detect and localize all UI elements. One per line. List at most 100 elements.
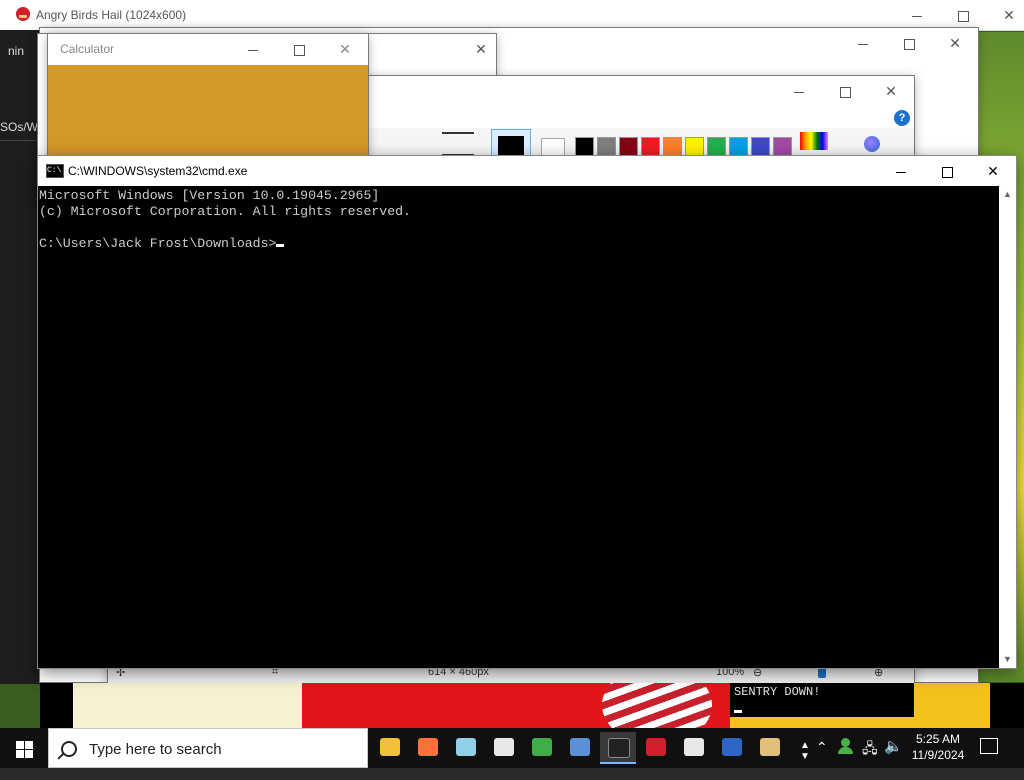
angry-birds-app-icon bbox=[16, 7, 30, 21]
app-window-icon bbox=[494, 738, 514, 756]
taskbar-app-button[interactable] bbox=[524, 732, 560, 764]
window-app-icon bbox=[684, 738, 704, 756]
desktop: Angry Birds Hail (1024x600) ✕ nin SOs/Wi… bbox=[0, 0, 1024, 728]
windows-logo-icon bbox=[16, 750, 24, 758]
minimize-button[interactable] bbox=[230, 34, 276, 64]
users-icon bbox=[532, 738, 552, 756]
taskbar-app-button[interactable] bbox=[600, 732, 636, 764]
calculator-window[interactable]: Calculator ✕ bbox=[48, 34, 368, 174]
calculator-titlebar[interactable]: Calculator ✕ bbox=[48, 34, 368, 65]
color-swatch[interactable] bbox=[619, 137, 638, 156]
console-line: (c) Microsoft Corporation. All rights re… bbox=[39, 204, 411, 219]
cmd-window-icon: C:\ bbox=[46, 164, 64, 178]
windows-logo-icon bbox=[25, 750, 33, 758]
game-bird-red bbox=[302, 683, 732, 728]
game-cursor bbox=[734, 710, 742, 713]
maximize-button[interactable] bbox=[940, 0, 986, 30]
scroll-up-button[interactable]: ▲ bbox=[999, 186, 1016, 203]
minimize-button[interactable] bbox=[776, 76, 822, 106]
file-explorer-icon bbox=[380, 738, 400, 756]
network-icon[interactable]: 🖧 bbox=[862, 738, 878, 778]
close-button[interactable]: ✕ bbox=[868, 76, 914, 106]
volume-icon[interactable]: 🔈 bbox=[884, 737, 903, 777]
close-button[interactable]: ✕ bbox=[970, 156, 1016, 186]
cmd-window[interactable]: C:\ C:\WINDOWS\system32\cmd.exe ✕ Micros… bbox=[38, 156, 1016, 668]
search-icon bbox=[61, 741, 77, 757]
taskbar-app-button[interactable] bbox=[676, 732, 712, 764]
clock[interactable]: 5:25 AM 11/9/2024 bbox=[908, 731, 968, 763]
strip-text: nin bbox=[8, 44, 25, 58]
calculator-title: Calculator bbox=[60, 42, 115, 56]
game-banner: SENTRY DOWN! bbox=[734, 685, 821, 699]
close-button[interactable]: ✕ bbox=[458, 34, 504, 64]
color-swatch[interactable] bbox=[597, 137, 616, 156]
taskbar: Type here to search ▲ ▼ ⌃ 🖧 🔈 5:25 AM 11/… bbox=[0, 728, 1024, 768]
game-console: SENTRY DOWN! bbox=[730, 683, 914, 717]
zoom-slider-thumb[interactable] bbox=[818, 668, 826, 678]
cmd-icon bbox=[608, 738, 630, 758]
maximize-button[interactable] bbox=[822, 76, 868, 106]
taskbar-app-button[interactable] bbox=[410, 732, 446, 764]
show-hidden-icons[interactable]: ⌃ bbox=[816, 739, 828, 779]
taskbar-app-button[interactable] bbox=[562, 732, 598, 764]
start-button[interactable] bbox=[0, 728, 48, 768]
search-placeholder: Type here to search bbox=[89, 741, 222, 758]
taskbar-app-button[interactable] bbox=[714, 732, 750, 764]
taskbar-scroll-icon[interactable]: ▲ ▼ bbox=[800, 740, 810, 780]
color-swatch[interactable] bbox=[729, 137, 748, 156]
maximize-button[interactable] bbox=[924, 156, 970, 186]
minimize-button[interactable] bbox=[878, 156, 924, 186]
taskbar-app-button[interactable] bbox=[486, 732, 522, 764]
scroll-down-button[interactable]: ▼ bbox=[999, 651, 1016, 668]
color-swatch[interactable] bbox=[575, 137, 594, 156]
minimize-button[interactable] bbox=[894, 0, 940, 30]
color-swatch[interactable] bbox=[751, 137, 770, 156]
notepad-plus-icon bbox=[456, 738, 476, 756]
color-swatch[interactable] bbox=[663, 137, 682, 156]
firefox-icon bbox=[418, 738, 438, 756]
vertical-scrollbar[interactable]: ▲ ▼ bbox=[999, 186, 1016, 668]
taskbar-app-button[interactable] bbox=[448, 732, 484, 764]
maximize-button[interactable] bbox=[886, 28, 932, 58]
divider bbox=[0, 140, 40, 141]
close-button[interactable]: ✕ bbox=[986, 0, 1024, 30]
close-button[interactable]: ✕ bbox=[322, 34, 368, 64]
minimize-button[interactable] bbox=[840, 28, 886, 58]
clock-time: 5:25 AM bbox=[915, 732, 961, 746]
taskbar-app-button[interactable] bbox=[752, 732, 788, 764]
network-app-icon bbox=[570, 738, 590, 756]
x-app-icon bbox=[722, 738, 742, 756]
console-output[interactable]: Microsoft Windows [Version 10.0.19045.29… bbox=[38, 186, 999, 668]
notification-icon[interactable] bbox=[980, 738, 998, 754]
help-icon[interactable]: ? bbox=[894, 110, 910, 126]
console-line: Microsoft Windows [Version 10.0.19045.29… bbox=[39, 188, 380, 203]
game-stripes bbox=[602, 683, 712, 728]
maximize-button[interactable] bbox=[276, 34, 322, 64]
outline-icon[interactable] bbox=[442, 132, 474, 157]
color-swatch[interactable] bbox=[707, 137, 726, 156]
taskbar-app-button[interactable] bbox=[638, 732, 674, 764]
clock-date: 11/9/2024 bbox=[911, 748, 965, 762]
windows-logo-icon bbox=[25, 741, 33, 749]
background-app-strip: nin SOs/Wi bbox=[0, 30, 41, 684]
text-cursor bbox=[276, 244, 285, 247]
taskbar-app-button[interactable] bbox=[372, 732, 408, 764]
close-button[interactable]: ✕ bbox=[932, 28, 978, 58]
people-icon[interactable] bbox=[838, 738, 854, 754]
taskbar-search[interactable]: Type here to search bbox=[48, 728, 368, 768]
paint-icon bbox=[760, 738, 780, 756]
console-prompt-line[interactable]: C:\Users\Jack Frost\Downloads> bbox=[39, 236, 999, 252]
angry-birds-window[interactable]: Angry Birds Hail (1024x600) ✕ bbox=[0, 0, 1024, 31]
strip-text: SOs/Wi bbox=[0, 120, 41, 134]
angry-birds-title: Angry Birds Hail (1024x600) bbox=[36, 8, 187, 22]
console-prompt: C:\Users\Jack Frost\Downloads> bbox=[39, 236, 277, 251]
color-swatch[interactable] bbox=[641, 137, 660, 156]
cmd-titlebar[interactable]: C:\ C:\WINDOWS\system32\cmd.exe ✕ bbox=[38, 156, 1016, 186]
paint3d-icon[interactable] bbox=[864, 136, 880, 152]
color-swatch[interactable] bbox=[773, 137, 792, 156]
angry-birds-titlebar[interactable]: Angry Birds Hail (1024x600) ✕ bbox=[0, 0, 1024, 30]
angry-birds-icon bbox=[646, 738, 666, 756]
color-swatch[interactable] bbox=[685, 137, 704, 156]
edit-colors-icon[interactable] bbox=[800, 132, 828, 150]
